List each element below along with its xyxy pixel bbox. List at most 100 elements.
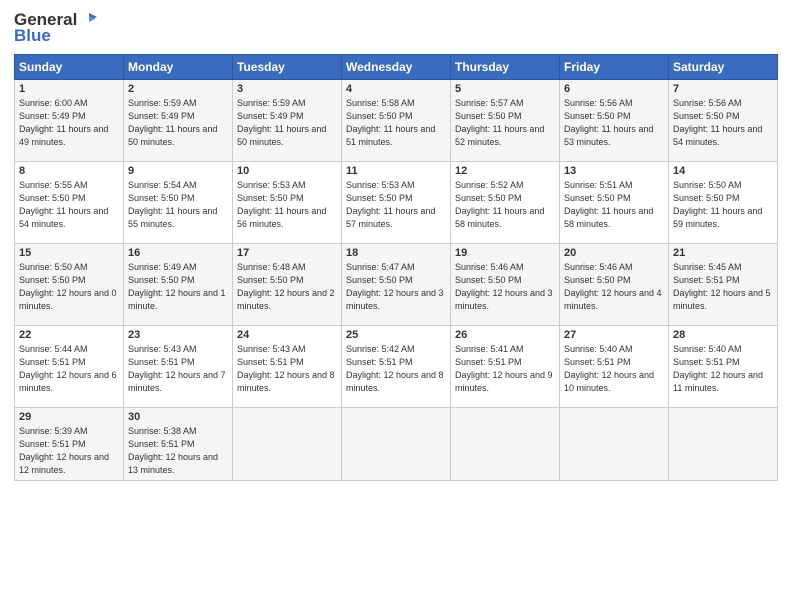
calendar-cell: 7 Sunrise: 5:56 AMSunset: 5:50 PMDaylight…: [669, 80, 778, 162]
day-number: 10: [237, 165, 337, 177]
calendar-cell: [669, 408, 778, 481]
day-info: Sunrise: 5:42 AMSunset: 5:51 PMDaylight:…: [346, 344, 444, 393]
day-number: 29: [19, 411, 119, 423]
week-row-3: 15 Sunrise: 5:50 AMSunset: 5:50 PMDayligh…: [15, 244, 778, 326]
day-number: 2: [128, 83, 228, 95]
calendar-cell: 2Sunrise: 5:59 AMSunset: 5:49 PMDaylight…: [124, 80, 233, 162]
day-info: Sunrise: 5:57 AMSunset: 5:50 PMDaylight:…: [455, 98, 544, 147]
day-number: 3: [237, 83, 337, 95]
calendar-cell: 25 Sunrise: 5:42 AMSunset: 5:51 PMDayligh…: [342, 326, 451, 408]
calendar-cell: 24 Sunrise: 5:43 AMSunset: 5:51 PMDayligh…: [233, 326, 342, 408]
week-row-1: 1Sunrise: 6:00 AMSunset: 5:49 PMDaylight…: [15, 80, 778, 162]
day-number: 19: [455, 247, 555, 259]
calendar-cell: 18 Sunrise: 5:47 AMSunset: 5:50 PMDayligh…: [342, 244, 451, 326]
day-number: 7: [673, 83, 773, 95]
calendar-cell: 6Sunrise: 5:56 AMSunset: 5:50 PMDaylight…: [560, 80, 669, 162]
calendar-cell: 10 Sunrise: 5:53 AMSunset: 5:50 PMDayligh…: [233, 162, 342, 244]
day-number: 8: [19, 165, 119, 177]
logo: General Blue: [14, 10, 97, 46]
day-header-sunday: Sunday: [15, 55, 124, 80]
calendar-cell: 15 Sunrise: 5:50 AMSunset: 5:50 PMDayligh…: [15, 244, 124, 326]
day-number: 27: [564, 329, 664, 341]
day-info: Sunrise: 6:00 AMSunset: 5:49 PMDaylight:…: [19, 98, 108, 147]
calendar-cell: 5 Sunrise: 5:57 AMSunset: 5:50 PMDaylight…: [451, 80, 560, 162]
day-header-friday: Friday: [560, 55, 669, 80]
calendar-cell: 1Sunrise: 6:00 AMSunset: 5:49 PMDaylight…: [15, 80, 124, 162]
day-info: Sunrise: 5:48 AMSunset: 5:50 PMDaylight:…: [237, 262, 335, 311]
day-number: 25: [346, 329, 446, 341]
calendar-cell: 22 Sunrise: 5:44 AMSunset: 5:51 PMDayligh…: [15, 326, 124, 408]
day-number: 14: [673, 165, 773, 177]
day-info: Sunrise: 5:55 AMSunset: 5:50 PMDaylight:…: [19, 180, 108, 229]
day-info: Sunrise: 5:52 AMSunset: 5:50 PMDaylight:…: [455, 180, 544, 229]
day-info: Sunrise: 5:46 AMSunset: 5:50 PMDaylight:…: [455, 262, 553, 311]
day-info: Sunrise: 5:56 AMSunset: 5:50 PMDaylight:…: [564, 98, 653, 147]
calendar-cell: 4 Sunrise: 5:58 AMSunset: 5:50 PMDaylight…: [342, 80, 451, 162]
day-info: Sunrise: 5:53 AMSunset: 5:50 PMDaylight:…: [346, 180, 435, 229]
day-info: Sunrise: 5:38 AMSunset: 5:51 PMDaylight:…: [128, 426, 218, 475]
calendar-cell: [233, 408, 342, 481]
calendar-cell: [342, 408, 451, 481]
calendar-cell: 20 Sunrise: 5:46 AMSunset: 5:50 PMDayligh…: [560, 244, 669, 326]
day-number: 11: [346, 165, 446, 177]
day-number: 12: [455, 165, 555, 177]
calendar-cell: 13Sunrise: 5:51 AMSunset: 5:50 PMDayligh…: [560, 162, 669, 244]
day-number: 23: [128, 329, 228, 341]
days-header-row: SundayMondayTuesdayWednesdayThursdayFrid…: [15, 55, 778, 80]
day-info: Sunrise: 5:49 AMSunset: 5:50 PMDaylight:…: [128, 262, 226, 311]
week-row-5: 29 Sunrise: 5:39 AMSunset: 5:51 PMDayligh…: [15, 408, 778, 481]
day-number: 5: [455, 83, 555, 95]
day-info: Sunrise: 5:53 AMSunset: 5:50 PMDaylight:…: [237, 180, 326, 229]
day-info: Sunrise: 5:47 AMSunset: 5:50 PMDaylight:…: [346, 262, 444, 311]
calendar-table: SundayMondayTuesdayWednesdayThursdayFrid…: [14, 54, 778, 481]
calendar-cell: 11 Sunrise: 5:53 AMSunset: 5:50 PMDayligh…: [342, 162, 451, 244]
day-info: Sunrise: 5:43 AMSunset: 5:51 PMDaylight:…: [128, 344, 226, 393]
calendar-cell: 16 Sunrise: 5:49 AMSunset: 5:50 PMDayligh…: [124, 244, 233, 326]
day-info: Sunrise: 5:45 AMSunset: 5:51 PMDaylight:…: [673, 262, 771, 311]
day-info: Sunrise: 5:54 AMSunset: 5:50 PMDaylight:…: [128, 180, 217, 229]
day-number: 4: [346, 83, 446, 95]
calendar-cell: 19 Sunrise: 5:46 AMSunset: 5:50 PMDayligh…: [451, 244, 560, 326]
day-header-tuesday: Tuesday: [233, 55, 342, 80]
day-header-monday: Monday: [124, 55, 233, 80]
day-info: Sunrise: 5:50 AMSunset: 5:50 PMDaylight:…: [673, 180, 762, 229]
day-info: Sunrise: 5:39 AMSunset: 5:51 PMDaylight:…: [19, 426, 109, 475]
header: General Blue: [14, 10, 778, 46]
logo-blue: Blue: [14, 26, 51, 46]
day-header-wednesday: Wednesday: [342, 55, 451, 80]
day-header-saturday: Saturday: [669, 55, 778, 80]
day-number: 20: [564, 247, 664, 259]
calendar-cell: 14 Sunrise: 5:50 AMSunset: 5:50 PMDayligh…: [669, 162, 778, 244]
logo-bird-icon: [79, 11, 97, 29]
day-number: 22: [19, 329, 119, 341]
calendar-cell: 28Sunrise: 5:40 AMSunset: 5:51 PMDayligh…: [669, 326, 778, 408]
day-number: 15: [19, 247, 119, 259]
day-info: Sunrise: 5:58 AMSunset: 5:50 PMDaylight:…: [346, 98, 435, 147]
day-info: Sunrise: 5:44 AMSunset: 5:51 PMDaylight:…: [19, 344, 117, 393]
day-info: Sunrise: 5:46 AMSunset: 5:50 PMDaylight:…: [564, 262, 662, 311]
calendar-cell: [560, 408, 669, 481]
day-info: Sunrise: 5:40 AMSunset: 5:51 PMDaylight:…: [564, 344, 654, 393]
day-info: Sunrise: 5:50 AMSunset: 5:50 PMDaylight:…: [19, 262, 117, 311]
day-info: Sunrise: 5:40 AMSunset: 5:51 PMDaylight:…: [673, 344, 763, 393]
day-info: Sunrise: 5:41 AMSunset: 5:51 PMDaylight:…: [455, 344, 553, 393]
day-number: 24: [237, 329, 337, 341]
week-row-4: 22 Sunrise: 5:44 AMSunset: 5:51 PMDayligh…: [15, 326, 778, 408]
calendar-cell: 23 Sunrise: 5:43 AMSunset: 5:51 PMDayligh…: [124, 326, 233, 408]
day-number: 9: [128, 165, 228, 177]
calendar-cell: 12 Sunrise: 5:52 AMSunset: 5:50 PMDayligh…: [451, 162, 560, 244]
calendar-cell: 27 Sunrise: 5:40 AMSunset: 5:51 PMDayligh…: [560, 326, 669, 408]
week-row-2: 8 Sunrise: 5:55 AMSunset: 5:50 PMDaylight…: [15, 162, 778, 244]
day-info: Sunrise: 5:43 AMSunset: 5:51 PMDaylight:…: [237, 344, 335, 393]
calendar-cell: 26Sunrise: 5:41 AMSunset: 5:51 PMDayligh…: [451, 326, 560, 408]
calendar-cell: 9 Sunrise: 5:54 AMSunset: 5:50 PMDaylight…: [124, 162, 233, 244]
calendar-cell: 29 Sunrise: 5:39 AMSunset: 5:51 PMDayligh…: [15, 408, 124, 481]
calendar-container: General Blue SundayMondayTuesdayWednesda…: [0, 0, 792, 612]
calendar-cell: 17Sunrise: 5:48 AMSunset: 5:50 PMDayligh…: [233, 244, 342, 326]
day-info: Sunrise: 5:59 AMSunset: 5:49 PMDaylight:…: [237, 98, 326, 147]
day-number: 16: [128, 247, 228, 259]
calendar-cell: 21Sunrise: 5:45 AMSunset: 5:51 PMDayligh…: [669, 244, 778, 326]
day-number: 18: [346, 247, 446, 259]
day-number: 30: [128, 411, 228, 423]
day-info: Sunrise: 5:56 AMSunset: 5:50 PMDaylight:…: [673, 98, 762, 147]
